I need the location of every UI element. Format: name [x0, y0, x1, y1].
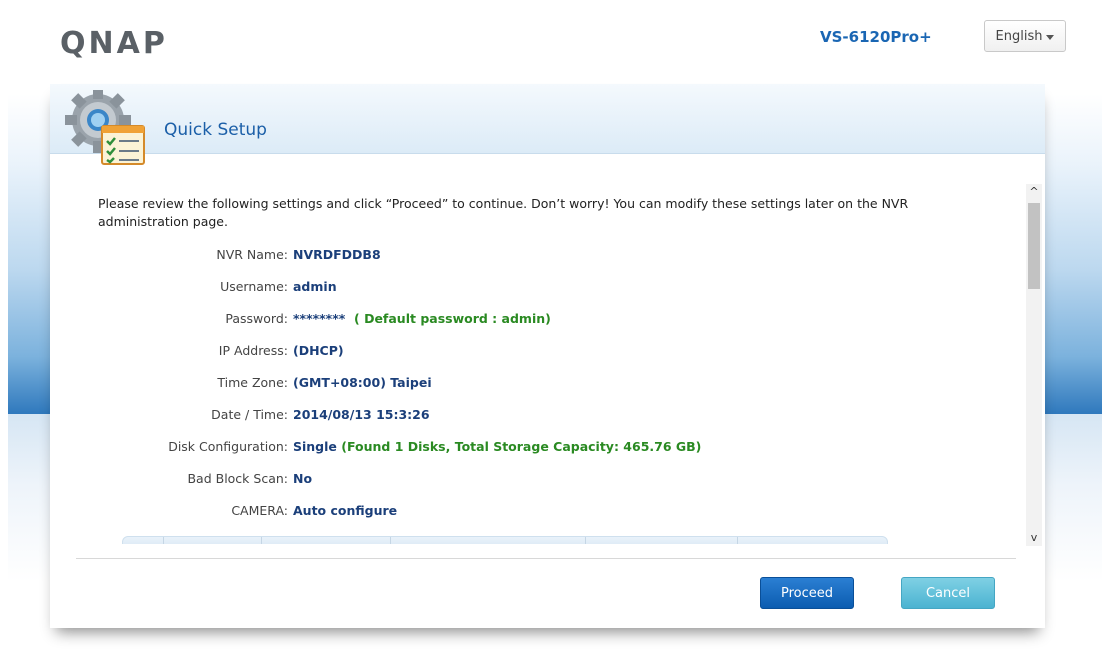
column-divider: [585, 537, 586, 544]
qnap-logo: QNAP: [60, 26, 168, 61]
default-password-note: ( Default password : admin): [354, 311, 551, 326]
setting-label: NVR Name:: [216, 247, 288, 262]
setting-row-nvr-name: NVR Name: NVRDFDDB8: [78, 247, 978, 265]
footer-divider: [76, 558, 1016, 559]
setting-label: IP Address:: [218, 343, 288, 358]
language-label: English: [995, 28, 1043, 44]
settings-content: Please review the following settings and…: [78, 184, 1018, 544]
disk-capacity-note: (Found 1 Disks, Total Storage Capacity: …: [341, 439, 702, 454]
scroll-down-arrow-icon[interactable]: v: [1026, 530, 1042, 546]
setting-value: ******** ( Default password : admin): [293, 311, 551, 326]
column-divider: [261, 537, 262, 544]
setting-row-disk-configuration: Disk Configuration: Single (Found 1 Disk…: [78, 439, 978, 457]
quick-setup-dialog: Quick Setup Please review the following …: [50, 84, 1045, 628]
setting-value: No: [293, 471, 313, 486]
camera-table-header: [122, 536, 888, 544]
gear-checklist-icon: [65, 90, 145, 165]
setting-label: Username:: [220, 279, 288, 294]
setting-label: CAMERA:: [231, 503, 288, 518]
proceed-button[interactable]: Proceed: [760, 577, 854, 609]
setting-value: (DHCP): [293, 343, 344, 358]
chevron-down-icon: [1046, 34, 1055, 40]
setting-value: 2014/08/13 15:3:26: [293, 407, 430, 422]
column-divider: [390, 537, 391, 544]
setting-label: Disk Configuration:: [168, 439, 288, 454]
page-top-background: [8, 8, 1102, 94]
setting-row-password: Password: ******** ( Default password : …: [78, 311, 978, 329]
setting-value: admin: [293, 279, 337, 294]
setting-value: Auto configure: [293, 503, 398, 518]
setting-row-bad-block-scan: Bad Block Scan: No: [78, 471, 978, 489]
setting-value: NVRDFDDB8: [293, 247, 381, 262]
setting-row-camera: CAMERA: Auto configure: [78, 503, 978, 521]
intro-text: Please review the following settings and…: [98, 196, 909, 229]
cancel-button[interactable]: Cancel: [901, 577, 995, 609]
setting-row-date-time: Date / Time: 2014/08/13 15:3:26: [78, 407, 978, 425]
setting-label: Date / Time:: [211, 407, 288, 422]
column-divider: [737, 537, 738, 544]
setting-label: Time Zone:: [217, 375, 288, 390]
setting-row-ip-address: IP Address: (DHCP): [78, 343, 978, 361]
content-scrollbar[interactable]: ^ v: [1026, 184, 1042, 546]
language-select[interactable]: English: [984, 20, 1066, 52]
setting-label: Bad Block Scan:: [187, 471, 288, 486]
setting-value: Single (Found 1 Disks, Total Storage Cap…: [293, 439, 702, 454]
setting-value: (GMT+08:00) Taipei: [293, 375, 432, 390]
dialog-header: [50, 84, 1045, 154]
setting-row-username: Username: admin: [78, 279, 978, 297]
column-divider: [163, 537, 164, 544]
dialog-title: Quick Setup: [164, 120, 267, 140]
scroll-thumb[interactable]: [1028, 203, 1040, 289]
setting-row-time-zone: Time Zone: (GMT+08:00) Taipei: [78, 375, 978, 393]
setting-label: Password:: [225, 311, 288, 326]
model-name: VS-6120Pro+: [820, 28, 932, 46]
scroll-up-arrow-icon[interactable]: ^: [1026, 184, 1042, 200]
